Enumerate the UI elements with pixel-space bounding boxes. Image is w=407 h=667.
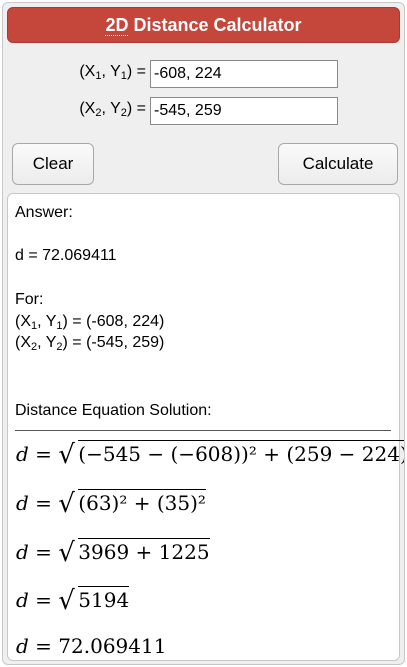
for-label: For: [15, 291, 44, 308]
for-point1: (X1, Y1) = (-608, 224) [15, 313, 165, 332]
point1-row: (X1, Y1) = [3, 60, 404, 88]
title-abbreviation: 2D [105, 15, 129, 36]
equation-step-2: d = √ (63)² + (35)² [16, 489, 206, 519]
answer-result: d = 72.069411 [15, 247, 117, 264]
sqrt-icon: √ 5194 [58, 586, 130, 616]
point1-label: (X1, Y1) = [79, 63, 146, 82]
point2-label: (X2, Y2) = [79, 100, 146, 119]
equation-step-3: d = √ 3969 + 1225 [16, 538, 210, 568]
sqrt-icon: √ 3969 + 1225 [58, 538, 210, 568]
sqrt-icon: √ (−545 − (−608))² + (259 − 224)² [58, 440, 404, 468]
equation-step-1: d = √ (−545 − (−608))² + (259 − 224)² [16, 440, 404, 468]
clear-button[interactable]: Clear [12, 143, 94, 185]
equation-step-5: d = 72.069411 [16, 634, 167, 658]
calculator-panel: 2D Distance Calculator (X1, Y1) = (X2, Y… [2, 2, 405, 665]
answer-box: Answer: d = 72.069411 For: (X1, Y1) = (-… [7, 193, 404, 661]
sqrt-icon: √ (63)² + (35)² [58, 489, 206, 519]
point2-input[interactable] [150, 97, 338, 125]
calculate-button[interactable]: Calculate [278, 143, 398, 185]
point2-row: (X2, Y2) = [3, 97, 404, 125]
divider [15, 430, 391, 431]
answer-heading: Answer: [15, 204, 73, 221]
title-text: Distance Calculator [128, 15, 302, 35]
for-point2: (X2, Y2) = (-545, 259) [15, 334, 165, 353]
equation-step-4: d = √ 5194 [16, 586, 130, 616]
solution-heading: Distance Equation Solution: [15, 402, 212, 419]
point1-input[interactable] [150, 60, 338, 88]
page-title: 2D Distance Calculator [7, 7, 400, 43]
